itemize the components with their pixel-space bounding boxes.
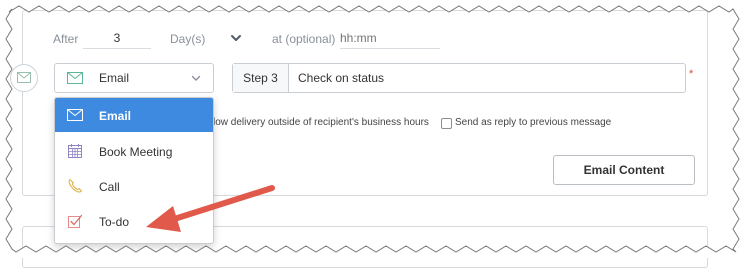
menu-item-label: Call xyxy=(99,180,120,194)
menu-item-label: Book Meeting xyxy=(99,145,173,159)
send-as-reply-label: Send as reply to previous message xyxy=(455,117,612,128)
step-type-circle xyxy=(10,64,38,92)
time-optional-label: at (optional) xyxy=(272,32,336,46)
business-hours-option-label: low delivery outside of recipient's busi… xyxy=(213,117,429,128)
chevron-down-icon xyxy=(191,75,201,81)
envelope-icon xyxy=(17,72,31,83)
envelope-icon xyxy=(67,109,83,121)
envelope-icon xyxy=(67,72,83,84)
delay-amount-input[interactable] xyxy=(83,28,151,49)
menu-item-to-do[interactable]: To-do xyxy=(55,204,213,238)
phone-icon xyxy=(68,178,83,193)
step-type-dropdown-menu: Email Book Meeting Call To-do xyxy=(54,97,214,244)
email-content-button[interactable]: Email Content xyxy=(553,155,695,185)
step-subject-text: Check on status xyxy=(298,71,385,85)
checkbox-icon xyxy=(68,214,83,228)
step-number-prefix: Step 3 xyxy=(233,64,289,92)
step-type-select[interactable]: Email xyxy=(54,63,214,93)
step-type-value: Email xyxy=(99,71,130,85)
time-input[interactable] xyxy=(340,28,440,49)
calendar-icon xyxy=(68,144,82,158)
menu-item-book-meeting[interactable]: Book Meeting xyxy=(55,134,213,168)
menu-item-call[interactable]: Call xyxy=(55,169,213,203)
screenshot-canvas: After Day(s) at (optional) Email Step 3 … xyxy=(0,0,745,268)
menu-item-label: Email xyxy=(99,109,132,123)
menu-item-email[interactable]: Email xyxy=(55,98,213,132)
menu-item-label: To-do xyxy=(99,215,130,229)
after-label: After xyxy=(53,32,79,46)
required-marker: * xyxy=(689,68,694,80)
step-subject-field[interactable]: Step 3 Check on status xyxy=(232,63,686,93)
delay-unit-label: Day(s) xyxy=(170,32,206,46)
send-as-reply-checkbox[interactable] xyxy=(441,118,452,129)
delay-unit-chevron-down-icon[interactable] xyxy=(229,31,243,45)
